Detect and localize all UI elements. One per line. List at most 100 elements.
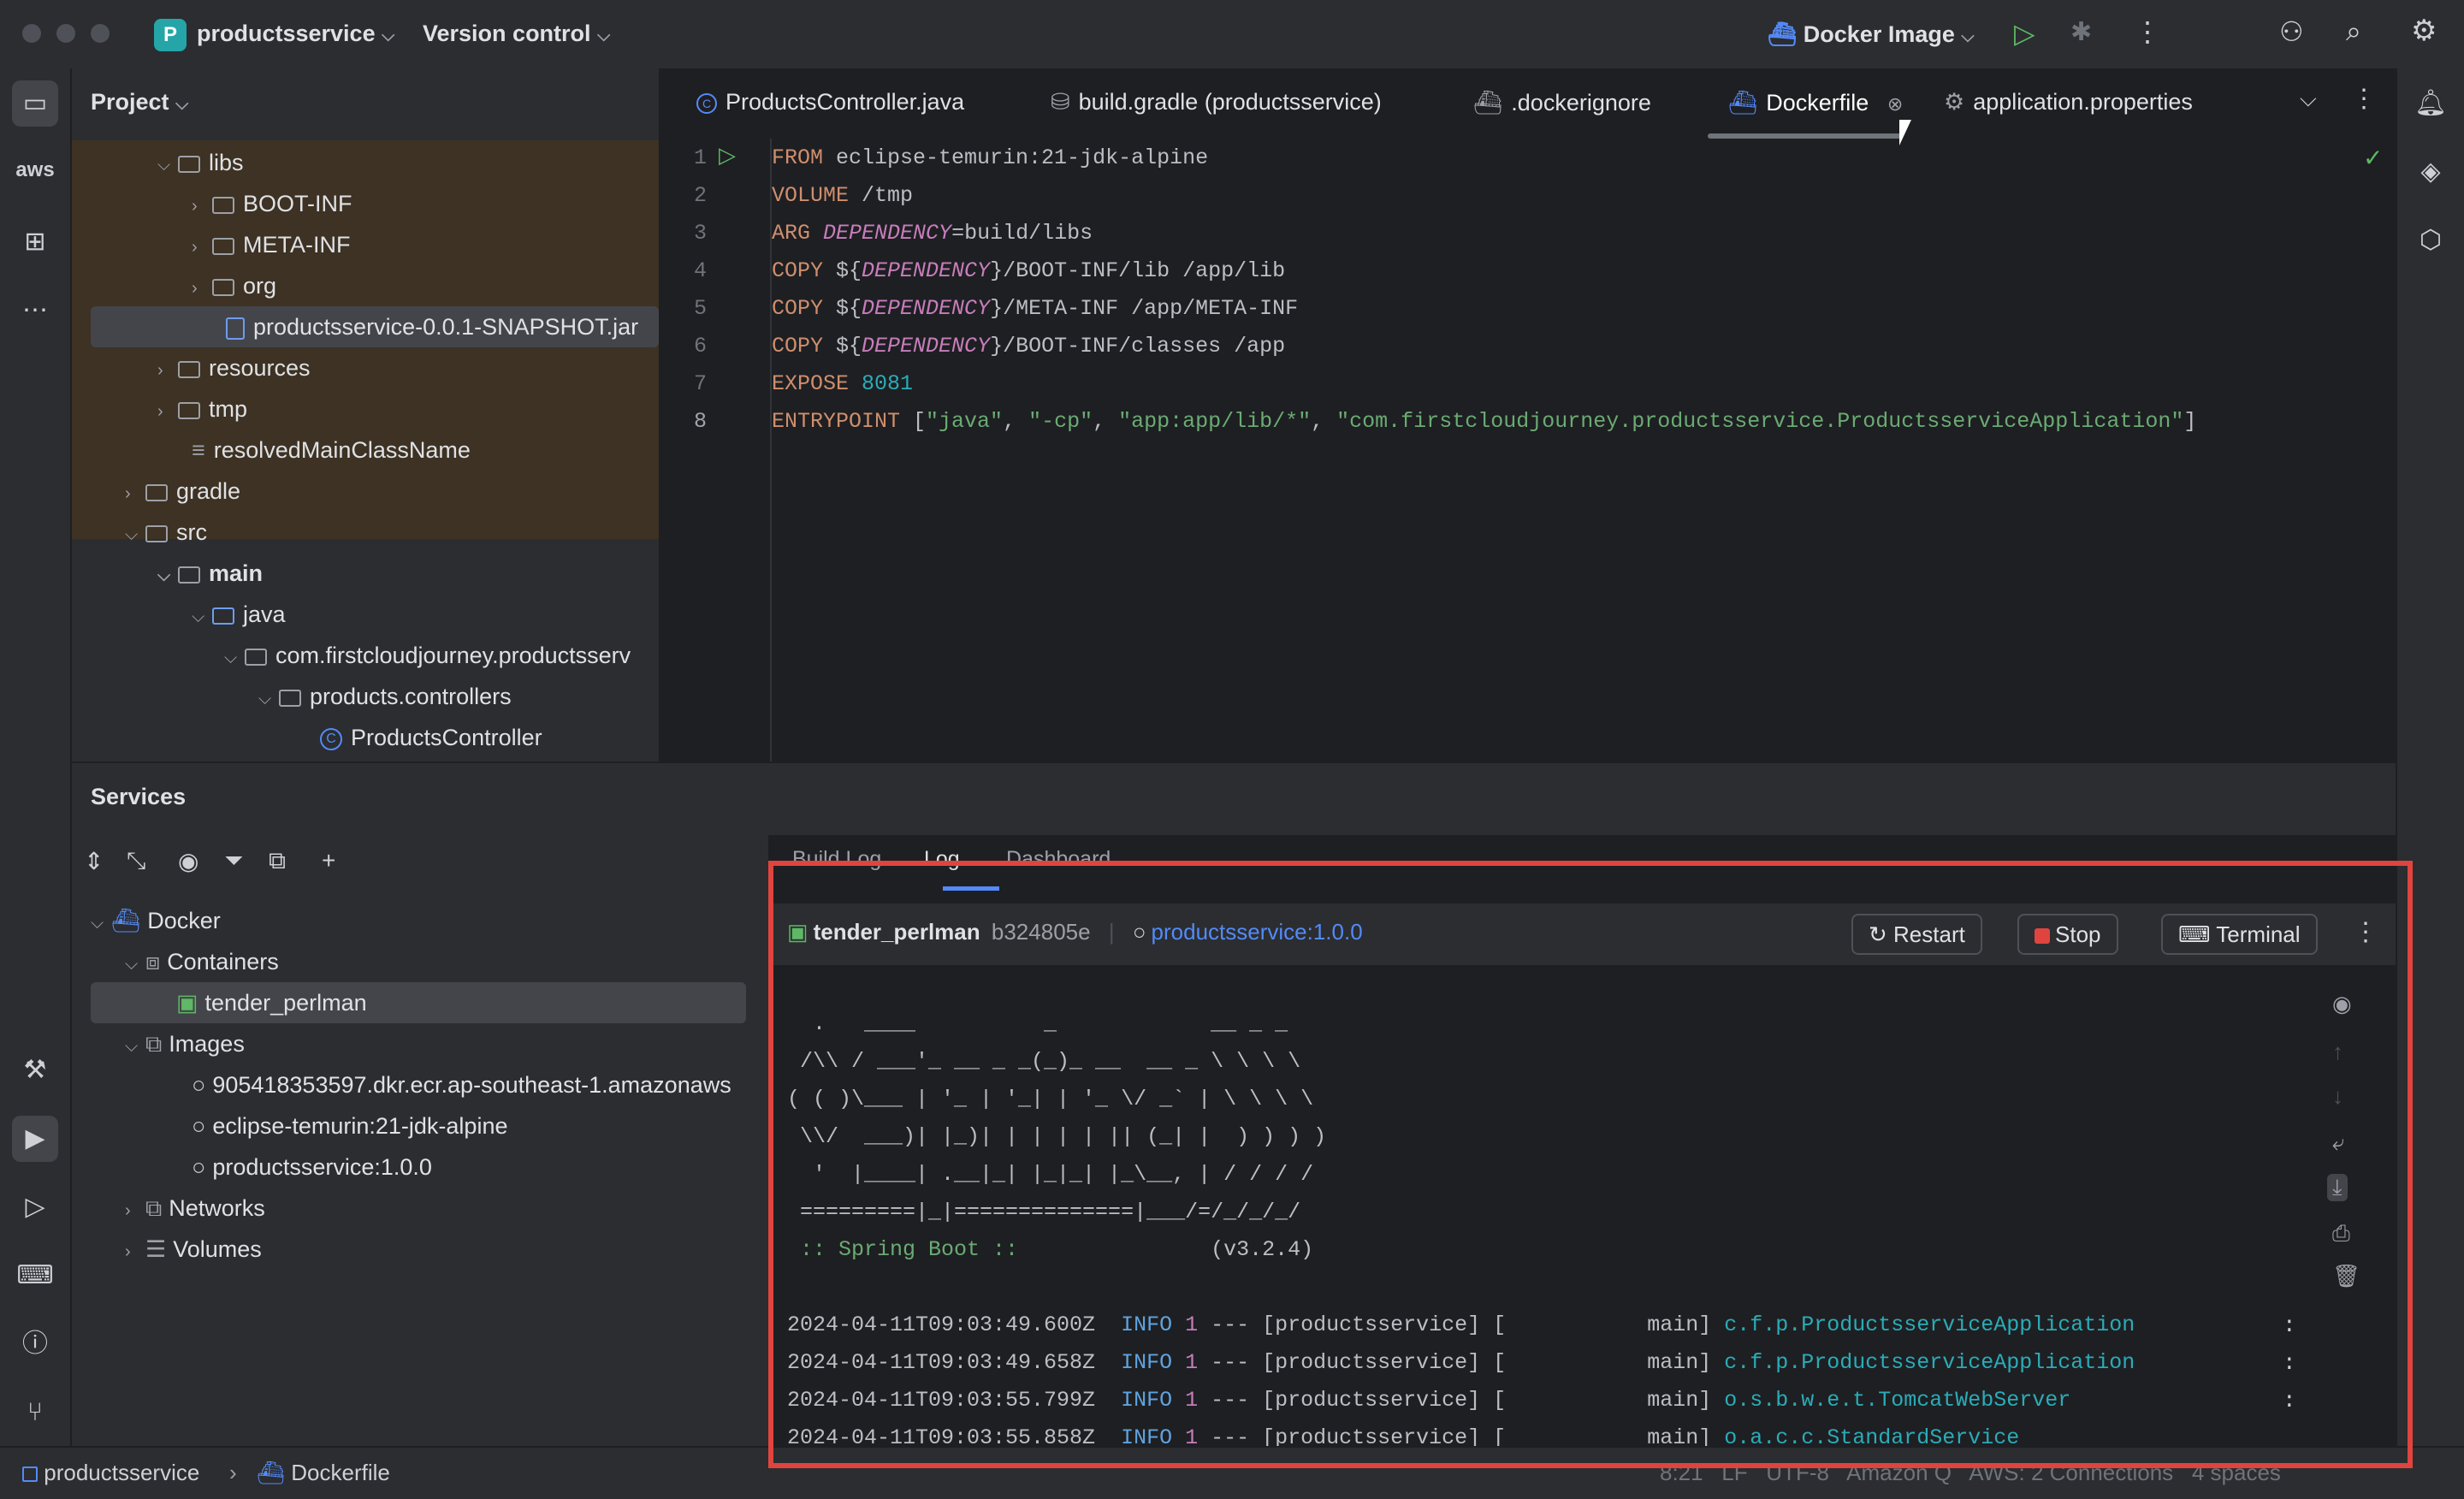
tree-item-image-ecr[interactable]: ○ 905418353597.dkr.ecr.ap-southeast-1.ama… [192, 1064, 768, 1105]
folder-icon [212, 237, 234, 255]
code-editor[interactable]: FROM eclipse-temurin:21-jdk-alpine VOLUM… [772, 139, 2396, 761]
version-control-menu[interactable]: Version control ⌵ [423, 21, 610, 47]
tab-application-properties[interactable]: ⚙ application.properties [1944, 89, 2193, 116]
tab-dockerfile[interactable]: ⛴ Dockerfile ⊗ [1728, 89, 1903, 116]
tree-item-resolved-main-class[interactable]: ≡ resolvedMainClassName [192, 430, 471, 471]
no-problems-check-icon[interactable]: ✓ [2363, 144, 2383, 174]
structure-icon[interactable]: ⊞ [12, 219, 58, 265]
problems-icon[interactable]: ⓘ [12, 1321, 58, 1367]
line-number: 5 [693, 296, 707, 321]
collapse-all-icon[interactable]: ⤡ [127, 847, 145, 875]
tree-item-java[interactable]: ⌵ java [192, 594, 286, 635]
user-icon[interactable]: ⚇ [2279, 15, 2304, 48]
tree-item-main[interactable]: ⌵ main [157, 553, 263, 594]
run-gutter-icon[interactable]: ▷ [719, 142, 736, 169]
run-icon[interactable]: ▷ [2014, 17, 2035, 50]
tree-item-containers[interactable]: ⌵ ⧈ Containers [125, 941, 279, 982]
networks-icon: ⧉ [145, 1195, 163, 1221]
tree-item-images[interactable]: ⌵ ⧉ Images [125, 1023, 245, 1064]
notifications-bell-icon[interactable]: 🔔︎ [2408, 80, 2454, 127]
tree-item-org[interactable]: › org [192, 265, 276, 306]
tree-item-gradle[interactable]: › gradle [125, 471, 240, 512]
tree-item-libs[interactable]: ⌵ libs [157, 142, 244, 183]
left-tool-strip: ▭ aws ⊞ ⋯ ⚒ ▶ ▷ ⌨ ⓘ ⑂ [0, 68, 72, 1446]
tree-item-networks[interactable]: › ⧉ Networks [125, 1188, 265, 1229]
tree-item-meta-inf[interactable]: › META-INF [192, 224, 350, 265]
breadcrumb-project[interactable]: productsservice [22, 1460, 199, 1486]
chevron-down-icon: ⌵ [192, 607, 205, 626]
docker-icon: ⛴ [1473, 90, 1503, 116]
line-number: 2 [693, 183, 707, 208]
tree-item-products-controller[interactable]: C ProductsController [320, 717, 542, 758]
more-tools-icon[interactable]: ⋯ [12, 287, 58, 334]
line-number: 8 [693, 409, 707, 434]
chevron-down-icon: ⌵ [125, 955, 139, 974]
tree-item-boot-inf[interactable]: › BOOT-INF [192, 183, 352, 224]
chevron-right-icon: › [192, 279, 198, 298]
chevron-down-icon: ⌵ [258, 690, 272, 708]
source-folder-icon [212, 607, 234, 625]
more-actions-icon[interactable]: ⋮ [2134, 15, 2161, 48]
chevron-down-icon: ⌵ [224, 649, 238, 667]
new-tab-icon[interactable]: ⧉ [269, 847, 286, 875]
tab-dockerignore[interactable]: ⛴ .dockerignore [1473, 89, 1651, 116]
class-icon: C [320, 727, 342, 750]
debug-icon[interactable]: ✱ [2070, 17, 2092, 47]
project-panel-header[interactable]: Project ⌵ [91, 89, 188, 116]
settings-gear-icon[interactable]: ⚙ [2411, 14, 2437, 48]
run-config-label: Docker Image [1803, 21, 1955, 47]
close-tab-icon[interactable]: ⊗ [1887, 93, 1903, 115]
tree-item-image-temurin[interactable]: ○ eclipse-temurin:21-jdk-alpine [192, 1105, 507, 1146]
project-switcher[interactable]: productsservice ⌵ [197, 21, 394, 47]
add-service-icon[interactable]: + [322, 847, 335, 874]
git-branch-icon[interactable]: ⑂ [12, 1389, 58, 1436]
tab-list-chevron-down-icon[interactable]: ⌵ [2300, 86, 2317, 113]
gradle-hexagon-icon[interactable]: ⬡ [2408, 217, 2454, 264]
run-tool-icon[interactable]: ▷ [12, 1184, 58, 1230]
chevron-down-icon: ⌵ [597, 27, 611, 45]
code-line-1: FROM eclipse-temurin:21-jdk-alpine [772, 145, 1209, 170]
mouse-cursor-icon [1899, 120, 1911, 145]
filter-icon[interactable]: ⏷ [224, 847, 243, 875]
close-window-button[interactable] [22, 24, 41, 43]
line-number: 7 [693, 371, 707, 396]
tab-more-icon[interactable]: ⋮ [2351, 84, 2377, 114]
amazon-q-icon[interactable]: ◈ [2408, 149, 2454, 195]
folder-icon [145, 524, 168, 542]
minimize-window-button[interactable] [56, 24, 75, 43]
tree-item-image-productsservice[interactable]: ○ productsservice:1.0.0 [192, 1146, 432, 1188]
chevron-right-icon: › [157, 361, 163, 380]
project-tool-folder-icon[interactable]: ▭ [12, 80, 58, 127]
eye-icon[interactable]: ◉ [178, 847, 198, 875]
editor-gutter: 1 ▷ 2 3 4 5 6 7 8 [659, 139, 772, 761]
expand-all-icon[interactable]: ⇕ [84, 847, 104, 875]
tree-item-controllers-package[interactable]: ⌵ products.controllers [258, 676, 512, 717]
tree-item-docker[interactable]: ⌵ ⛴ Docker [91, 900, 221, 941]
tab-products-controller[interactable]: C ProductsController.java [696, 89, 964, 116]
settings-file-icon: ⚙ [1944, 89, 1965, 115]
run-config-selector[interactable]: ⛴ Docker Image ⌵ [1768, 21, 1975, 48]
tree-item-package-root[interactable]: ⌵ com.firstcloudjourney.productsserv [224, 635, 659, 676]
tab-build-gradle[interactable]: ⛁ build.gradle (productsservice) [1051, 89, 1382, 116]
tree-item-tmp[interactable]: › tmp [157, 388, 247, 430]
tree-item-resources[interactable]: › resources [157, 347, 311, 388]
image-icon: ○ [192, 1113, 206, 1139]
tree-item-src[interactable]: ⌵ src [125, 512, 207, 553]
breadcrumb-file[interactable]: ⛴ Dockerfile [257, 1460, 390, 1486]
tree-item-jar[interactable]: productsservice-0.0.1-SNAPSHOT.jar [91, 306, 659, 347]
build-hammer-icon[interactable]: ⚒ [12, 1047, 58, 1093]
docker-icon: ⛴ [1768, 21, 1798, 47]
running-container-icon: ▣ [176, 990, 198, 1016]
chevron-down-icon: ⌵ [91, 914, 104, 933]
services-icon[interactable]: ▶ [12, 1116, 58, 1162]
chevron-right-icon: › [125, 1201, 131, 1220]
zoom-window-button[interactable] [91, 24, 110, 43]
search-icon[interactable]: ⌕ [2346, 15, 2361, 48]
project-badge[interactable]: P [154, 19, 187, 51]
line-number: 1 [693, 145, 707, 170]
tree-item-volumes[interactable]: › ☰ Volumes [125, 1229, 262, 1270]
project-panel-title: Project [91, 89, 169, 115]
aws-icon[interactable]: aws [12, 147, 58, 193]
terminal-icon[interactable]: ⌨ [12, 1253, 58, 1299]
tree-item-container-tender-perlman[interactable]: ▣ tender_perlman [91, 982, 746, 1023]
